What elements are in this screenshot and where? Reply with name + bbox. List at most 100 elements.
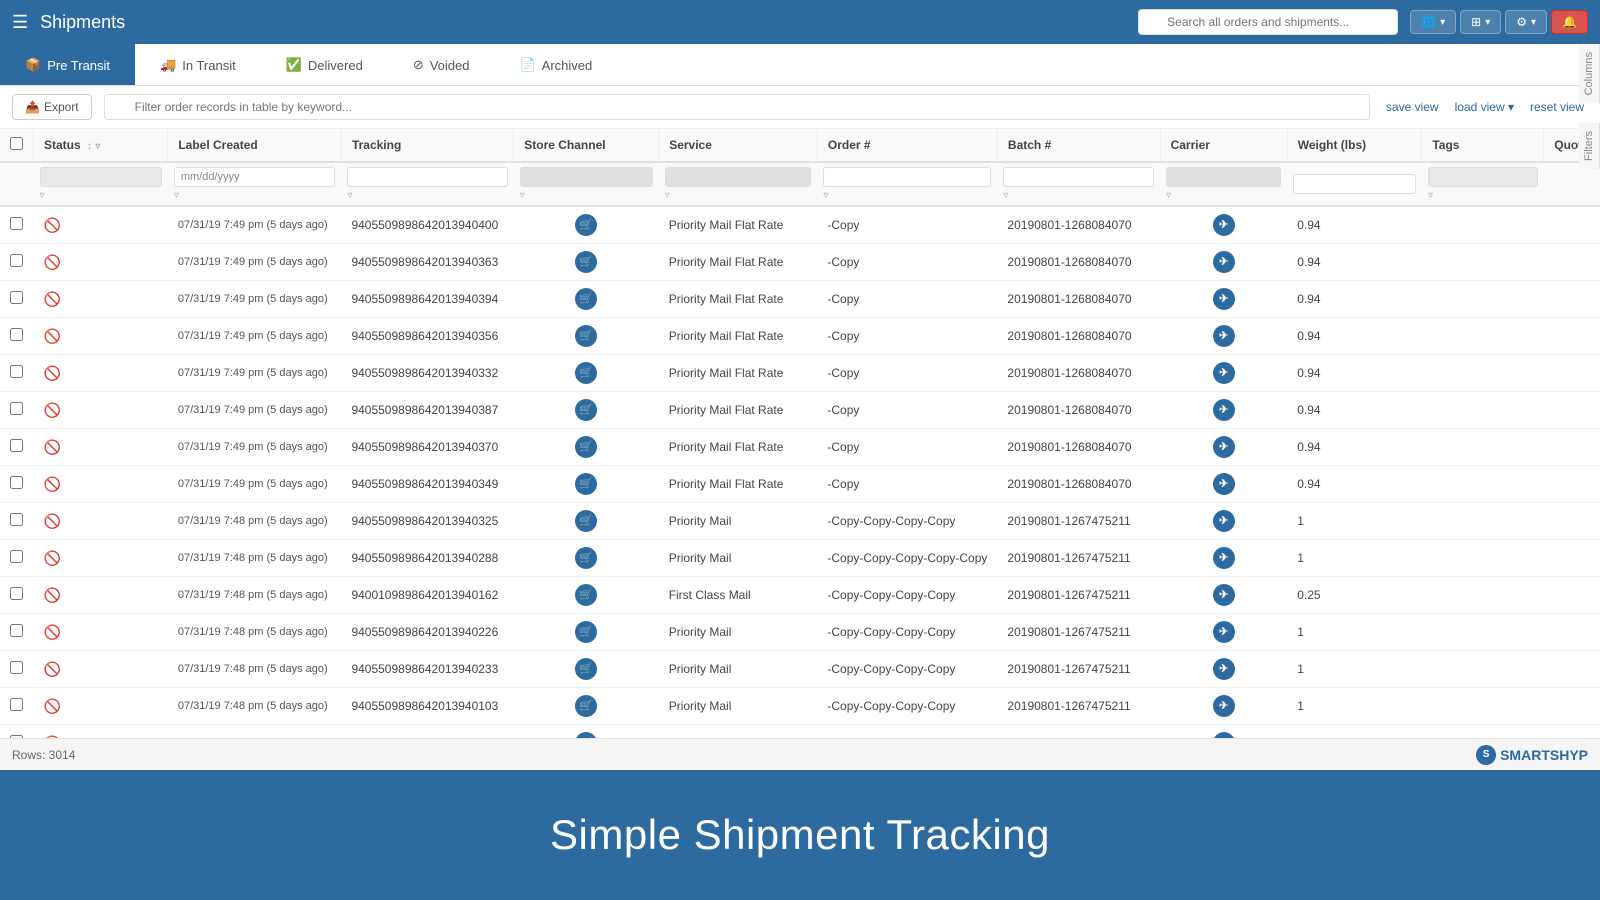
status-label-icon: 🚫 bbox=[44, 291, 61, 307]
row-label-created: 07/31/19 7:49 pm (5 days ago) bbox=[168, 355, 342, 392]
footer-bar: Rows: 3014 S SMARTSHYP bbox=[0, 738, 1600, 770]
navbar-search-input[interactable] bbox=[1138, 9, 1398, 35]
tab-voided[interactable]: ⊘ Voided bbox=[388, 44, 495, 85]
tab-pre-transit[interactable]: 📦 Pre Transit bbox=[0, 44, 135, 85]
delivered-icon: ✅ bbox=[286, 57, 302, 73]
row-carrier: ✈ bbox=[1160, 614, 1287, 651]
row-label-created: 07/31/19 7:48 pm (5 days ago) bbox=[168, 651, 342, 688]
filter-tags-cell: ▿ bbox=[1422, 162, 1544, 206]
store-channel-icon: 🛒 bbox=[575, 658, 597, 680]
export-button[interactable]: 📤 Export bbox=[12, 94, 92, 120]
filter-store-btn[interactable]: ▿ bbox=[520, 190, 525, 201]
tab-delivered[interactable]: ✅ Delivered bbox=[261, 44, 388, 85]
columns-side-label[interactable]: Columns bbox=[1579, 44, 1600, 103]
status-label-icon: 🚫 bbox=[44, 587, 61, 603]
select-all-checkbox[interactable] bbox=[10, 137, 23, 150]
row-store-channel: 🛒 bbox=[514, 281, 659, 318]
select-all-header[interactable] bbox=[0, 129, 34, 162]
row-checkbox-cell[interactable] bbox=[0, 725, 34, 739]
row-checkbox[interactable] bbox=[10, 624, 23, 637]
row-checkbox[interactable] bbox=[10, 217, 23, 230]
globe-button[interactable]: 🌐 ▾ bbox=[1410, 10, 1456, 34]
row-tracking: 9405509898642013940332 bbox=[341, 355, 513, 392]
table-row: 🚫 07/31/19 7:48 pm (5 days ago) 94055098… bbox=[0, 651, 1600, 688]
table-row: 🚫 07/31/19 7:48 pm (5 days ago) 94055098… bbox=[0, 540, 1600, 577]
row-checkbox[interactable] bbox=[10, 291, 23, 304]
row-checkbox-cell[interactable] bbox=[0, 318, 34, 355]
tab-archived[interactable]: 📄 Archived bbox=[494, 44, 617, 85]
filter-label-created-input[interactable] bbox=[174, 167, 336, 187]
table-row: 🚫 07/31/19 7:48 pm (5 days ago) 94055098… bbox=[0, 503, 1600, 540]
save-view-button[interactable]: save view bbox=[1382, 98, 1443, 116]
row-checkbox[interactable] bbox=[10, 587, 23, 600]
row-batch-num: 20190801-1268084070 bbox=[997, 429, 1160, 466]
filter-tracking-btn[interactable]: ▿ bbox=[347, 190, 352, 201]
row-checkbox[interactable] bbox=[10, 550, 23, 563]
filters-side-label[interactable]: Filters bbox=[1579, 123, 1600, 169]
filter-store-channel-input[interactable] bbox=[520, 167, 653, 187]
row-checkbox-cell[interactable] bbox=[0, 429, 34, 466]
row-carrier: ✈ bbox=[1160, 725, 1287, 739]
row-checkbox-cell[interactable] bbox=[0, 651, 34, 688]
filter-order-input[interactable] bbox=[823, 167, 991, 187]
filter-status-btn[interactable]: ▿ bbox=[40, 190, 45, 201]
row-checkbox[interactable] bbox=[10, 254, 23, 267]
row-status: 🚫 bbox=[34, 466, 168, 503]
row-checkbox-cell[interactable] bbox=[0, 688, 34, 725]
settings-button[interactable]: ⚙ ▾ bbox=[1505, 10, 1547, 34]
col-batch-num: Batch # bbox=[997, 129, 1160, 162]
menu-icon[interactable]: ☰ bbox=[12, 12, 28, 33]
row-checkbox-cell[interactable] bbox=[0, 577, 34, 614]
row-checkbox-cell[interactable] bbox=[0, 466, 34, 503]
row-checkbox-cell[interactable] bbox=[0, 392, 34, 429]
row-order-num: -Copy-Copy-Copy-Copy bbox=[817, 577, 997, 614]
row-checkbox-cell[interactable] bbox=[0, 503, 34, 540]
filter-status-input[interactable] bbox=[40, 167, 162, 187]
filter-service-input[interactable] bbox=[665, 167, 812, 187]
filter-carrier-btn[interactable]: ▿ bbox=[1166, 190, 1171, 201]
row-checkbox[interactable] bbox=[10, 476, 23, 489]
load-view-button[interactable]: load view ▾ bbox=[1451, 98, 1518, 116]
row-checkbox[interactable] bbox=[10, 328, 23, 341]
filter-carrier-input[interactable] bbox=[1166, 167, 1281, 187]
archived-label: Archived bbox=[542, 58, 593, 73]
grid-button[interactable]: ⊞ ▾ bbox=[1460, 10, 1501, 34]
filter-batch-btn[interactable]: ▿ bbox=[1003, 190, 1008, 201]
row-checkbox[interactable] bbox=[10, 365, 23, 378]
filter-tags-btn[interactable]: ▿ bbox=[1428, 190, 1433, 201]
row-store-channel: 🛒 bbox=[514, 244, 659, 281]
filter-batch-input[interactable] bbox=[1003, 167, 1154, 187]
filter-tracking-input[interactable] bbox=[347, 167, 507, 187]
row-checkbox[interactable] bbox=[10, 698, 23, 711]
row-quote bbox=[1544, 281, 1600, 318]
row-store-channel: 🛒 bbox=[514, 577, 659, 614]
row-checkbox-cell[interactable] bbox=[0, 206, 34, 244]
row-tags bbox=[1422, 577, 1544, 614]
row-checkbox-cell[interactable] bbox=[0, 281, 34, 318]
notifications-button[interactable]: 🔔 bbox=[1551, 10, 1588, 34]
tab-in-transit[interactable]: 🚚 In Transit bbox=[135, 44, 261, 85]
status-sort-icon[interactable]: ↕ bbox=[87, 141, 92, 152]
row-checkbox-cell[interactable] bbox=[0, 614, 34, 651]
filter-search-input[interactable] bbox=[104, 94, 1370, 120]
row-batch-num: 20190801-1268084070 bbox=[997, 206, 1160, 244]
row-checkbox-cell[interactable] bbox=[0, 355, 34, 392]
row-checkbox-cell[interactable] bbox=[0, 540, 34, 577]
row-carrier: ✈ bbox=[1160, 429, 1287, 466]
row-checkbox[interactable] bbox=[10, 402, 23, 415]
row-store-channel: 🛒 bbox=[514, 688, 659, 725]
filter-order-btn[interactable]: ▿ bbox=[823, 190, 828, 201]
col-weight: Weight (lbs) bbox=[1287, 129, 1422, 162]
store-channel-icon: 🛒 bbox=[575, 473, 597, 495]
filter-service-btn[interactable]: ▿ bbox=[665, 190, 670, 201]
row-checkbox-cell[interactable] bbox=[0, 244, 34, 281]
row-checkbox[interactable] bbox=[10, 513, 23, 526]
filter-weight-input[interactable] bbox=[1293, 174, 1416, 194]
filter-label-created-btn[interactable]: ▿ bbox=[174, 190, 179, 201]
row-checkbox[interactable] bbox=[10, 661, 23, 674]
status-filter-icon[interactable]: ▿ bbox=[95, 141, 100, 152]
row-service: Priority Mail Flat Rate bbox=[659, 244, 818, 281]
filter-tags-input[interactable] bbox=[1428, 167, 1538, 187]
row-checkbox[interactable] bbox=[10, 439, 23, 452]
row-tracking: 9400109898642013940162 bbox=[341, 577, 513, 614]
